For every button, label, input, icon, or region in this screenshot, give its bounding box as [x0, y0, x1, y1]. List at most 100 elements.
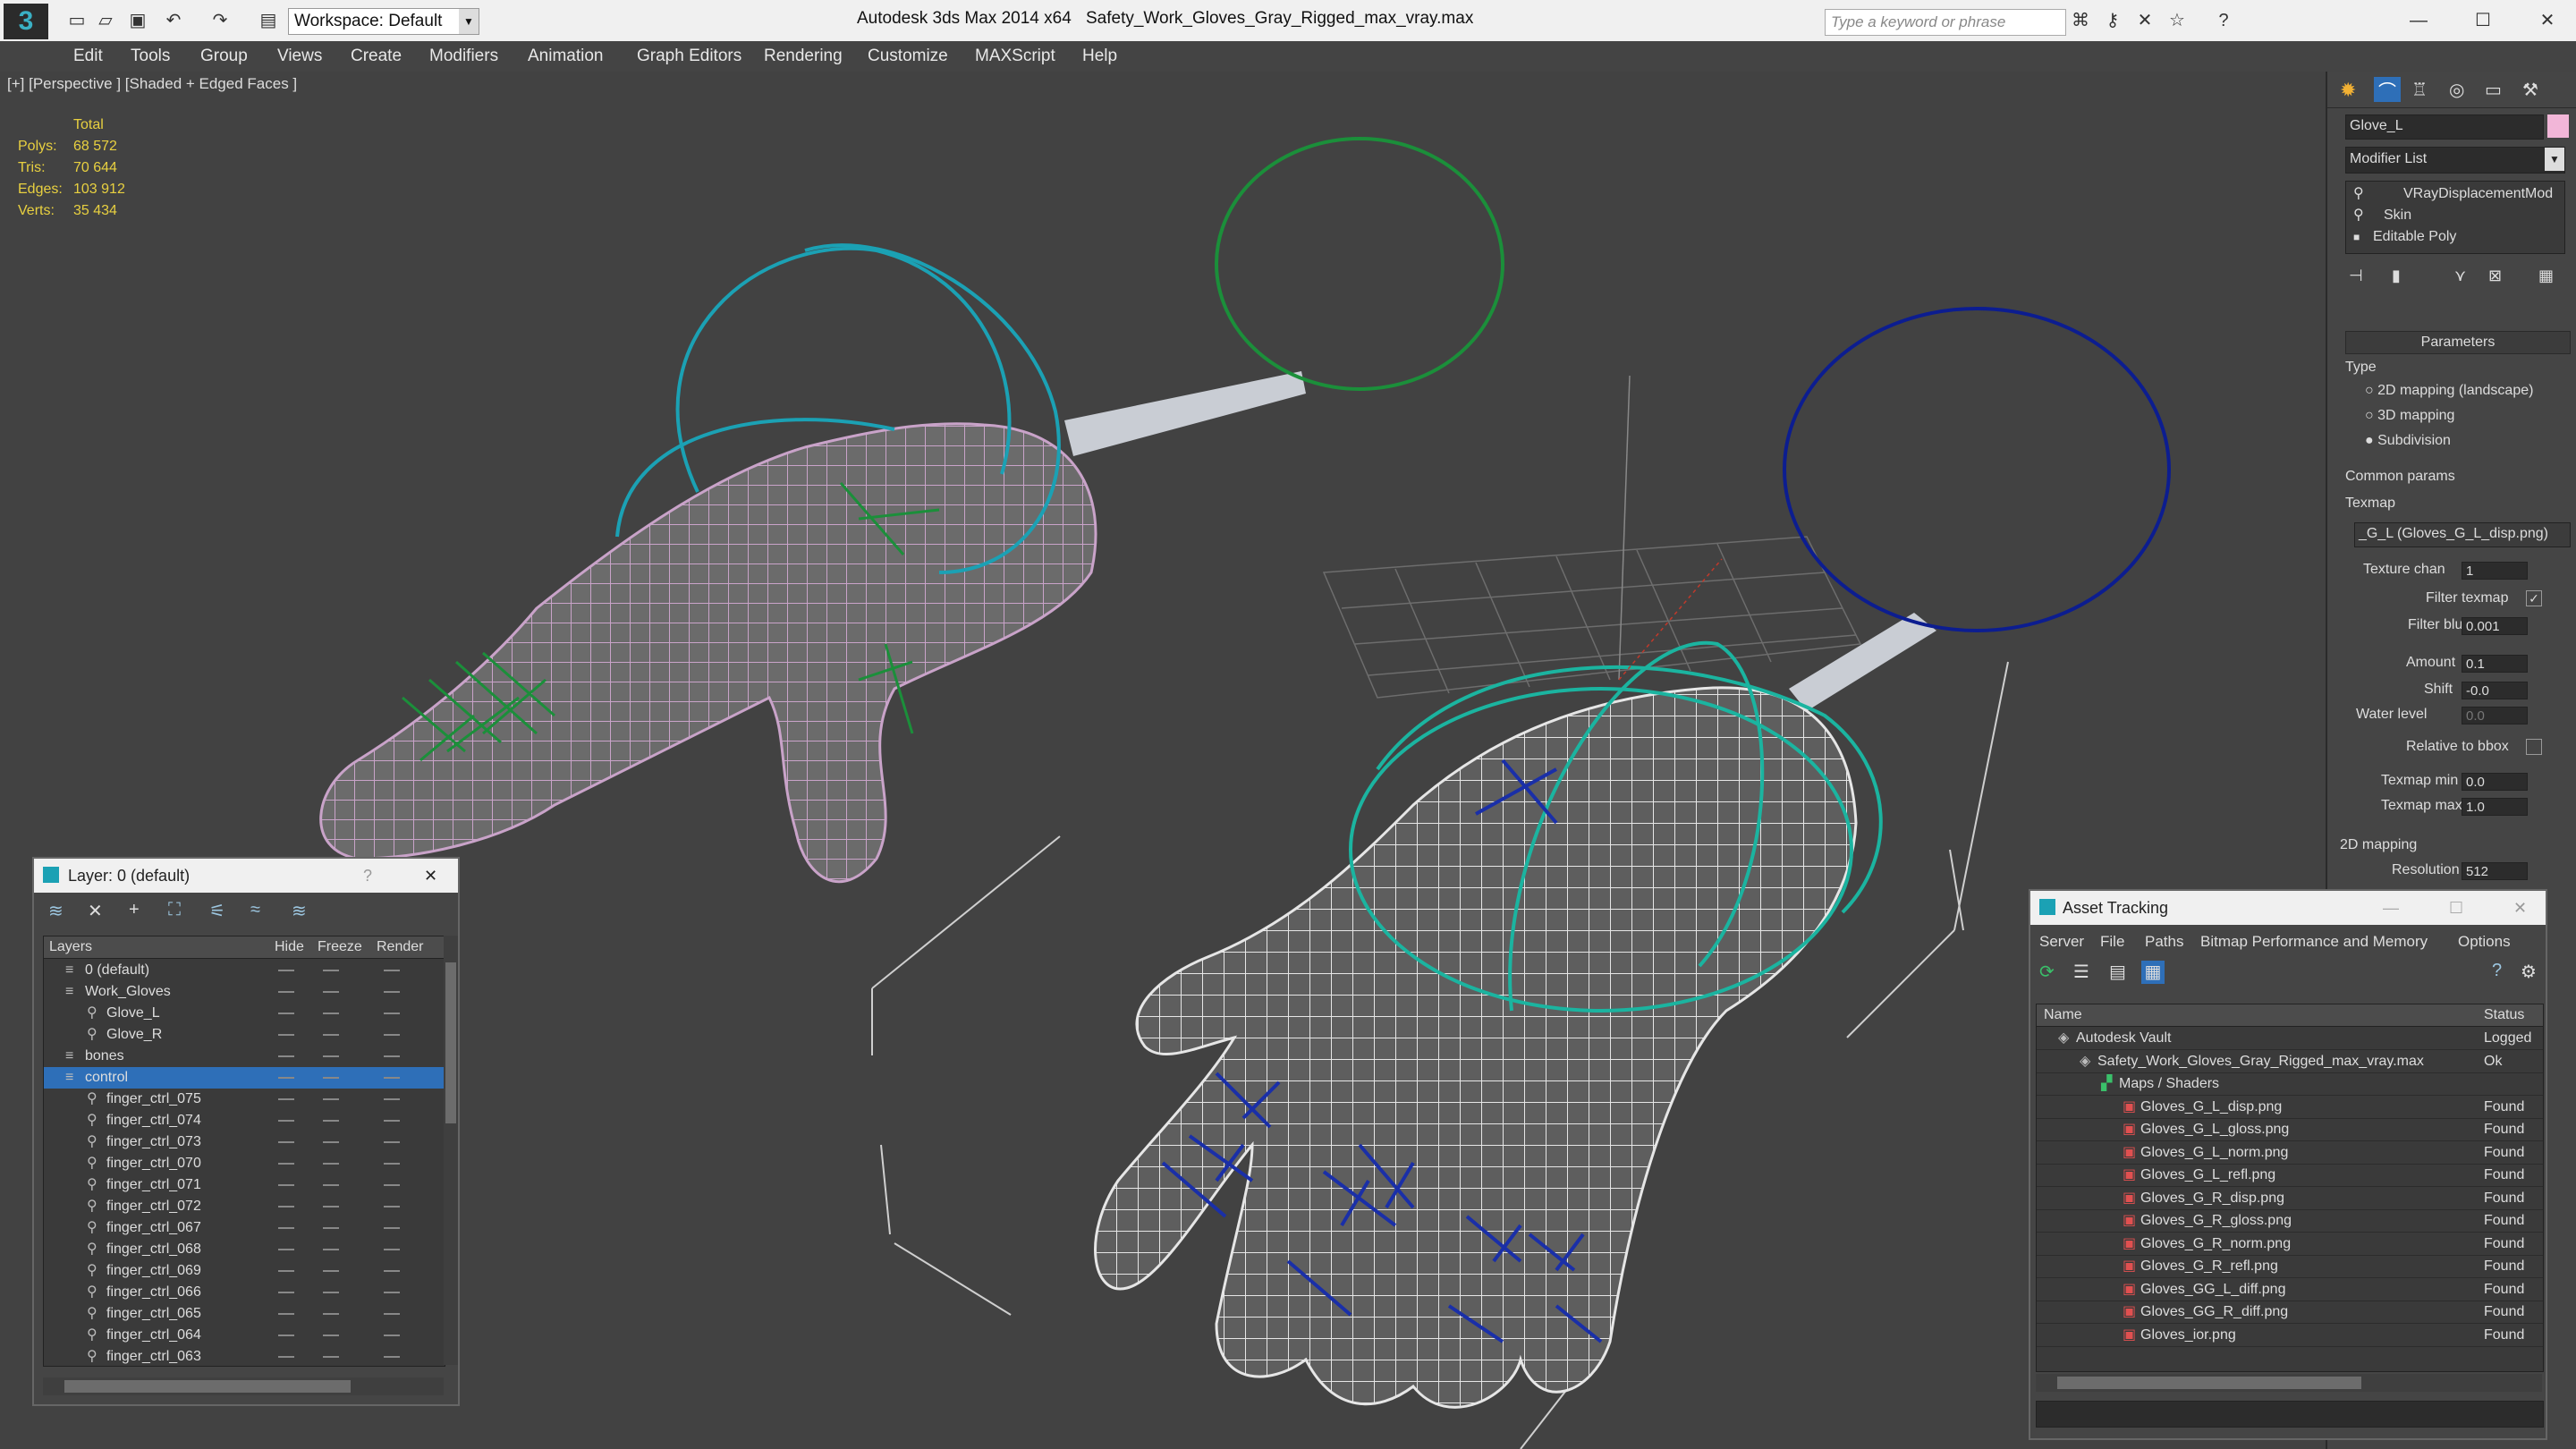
asset-menu-options[interactable]: Options [2458, 928, 2511, 955]
freeze-toggle[interactable] [323, 1313, 339, 1315]
freeze-toggle[interactable] [323, 1249, 339, 1250]
object-color-swatch[interactable] [2547, 114, 2569, 138]
hide-toggle[interactable] [278, 1206, 294, 1208]
render-toggle[interactable] [384, 1141, 400, 1143]
stack-item-skin[interactable]: ⚲ Skin [2346, 205, 2564, 226]
layer-row[interactable]: ≡ Work_Gloves [44, 981, 445, 1003]
layer-row[interactable]: ⚲ finger_ctrl_064 [44, 1325, 445, 1346]
asset-row[interactable]: ▣ Gloves_G_L_refl.png Found [2037, 1165, 2543, 1187]
hide-toggle[interactable] [278, 1077, 294, 1079]
hide-toggle[interactable] [278, 1270, 294, 1272]
texmap-max-spinner[interactable]: 1.0 [2462, 798, 2528, 816]
asset-hscrollbar[interactable] [2036, 1374, 2542, 1392]
asset-row[interactable]: ▣ Gloves_GG_R_diff.png Found [2037, 1301, 2543, 1324]
asset-row[interactable]: ▣ Gloves_ior.png Found [2037, 1325, 2543, 1347]
delete-layer-icon[interactable]: ✕ [88, 900, 103, 922]
light-bulb-icon[interactable]: ⚲ [2353, 183, 2364, 205]
asset-row[interactable]: ▣ Gloves_GG_L_diff.png Found [2037, 1279, 2543, 1301]
layer-row[interactable]: ⚲ finger_ctrl_074 [44, 1110, 445, 1131]
hide-all-icon[interactable]: ≈ [250, 900, 260, 920]
render-toggle[interactable] [384, 970, 400, 971]
radio-3d-mapping[interactable]: ○ 3D mapping [2365, 408, 2454, 424]
layer-row[interactable]: ⚲ finger_ctrl_073 [44, 1131, 445, 1153]
menu-animation[interactable]: Animation [528, 41, 604, 72]
menu-graph-editors[interactable]: Graph Editors [637, 41, 741, 72]
hide-toggle[interactable] [278, 1163, 294, 1165]
freeze-toggle[interactable] [323, 1184, 339, 1186]
render-toggle[interactable] [384, 1249, 400, 1250]
make-unique-icon[interactable]: ⋎ [2454, 267, 2466, 285]
help-icon[interactable]: ? [2211, 8, 2236, 33]
redo-icon[interactable]: ↷ [208, 8, 233, 33]
menu-customize[interactable]: Customize [868, 41, 948, 72]
layer-row[interactable]: ≡ 0 (default) [44, 960, 445, 981]
remove-modifier-icon[interactable]: ⊠ [2488, 267, 2502, 285]
asset-row[interactable]: ◈ Safety_Work_Gloves_Gray_Rigged_max_vray… [2037, 1051, 2543, 1073]
modify-tab-icon[interactable]: ⌒ [2374, 77, 2401, 102]
layer-hscrollbar[interactable] [43, 1377, 444, 1395]
pin-stack-icon[interactable]: ⊣ [2349, 267, 2363, 285]
utilities-tab-icon[interactable]: ⚒ [2522, 79, 2538, 101]
hide-toggle[interactable] [278, 970, 294, 971]
motion-tab-icon[interactable]: ◎ [2449, 79, 2464, 101]
hide-toggle[interactable] [278, 1313, 294, 1315]
exchange-icon[interactable]: ✕ [2132, 8, 2157, 33]
maximize-icon[interactable]: ☐ [2449, 891, 2463, 925]
hide-toggle[interactable] [278, 1098, 294, 1100]
asset-row[interactable]: ▣ Gloves_G_L_norm.png Found [2037, 1142, 2543, 1165]
stack-item-vraydisplacementmod[interactable]: ⚲ VRayDisplacementMod [2346, 183, 2564, 205]
layer-row[interactable]: ⚲ Glove_R [44, 1024, 445, 1046]
radio-2d-mapping[interactable]: ○ 2D mapping (landscape) [2365, 383, 2533, 399]
key-icon[interactable]: ⚷ [2100, 8, 2125, 33]
freeze-toggle[interactable] [323, 1335, 339, 1336]
render-toggle[interactable] [384, 1227, 400, 1229]
layer-manager-titlebar[interactable]: Layer: 0 (default) ? ✕ [34, 859, 458, 893]
freeze-toggle[interactable] [323, 1034, 339, 1036]
render-toggle[interactable] [384, 1206, 400, 1208]
asset-row[interactable]: ▣ Gloves_G_R_refl.png Found [2037, 1256, 2543, 1278]
hide-toggle[interactable] [278, 1292, 294, 1293]
asset-row[interactable]: ▣ Gloves_G_L_gloss.png Found [2037, 1119, 2543, 1141]
asset-path-field[interactable] [2036, 1401, 2544, 1428]
render-toggle[interactable] [384, 1335, 400, 1336]
layer-row[interactable]: ≡ bones [44, 1046, 445, 1067]
texmap-min-spinner[interactable]: 0.0 [2462, 773, 2528, 791]
create-tab-icon[interactable]: ✹ [2340, 79, 2356, 102]
freeze-toggle[interactable] [323, 1292, 339, 1293]
freeze-toggle[interactable] [323, 1356, 339, 1358]
configure-sets-icon[interactable]: ▦ [2538, 267, 2554, 285]
layer-row[interactable]: ⚲ finger_ctrl_067 [44, 1217, 445, 1239]
render-toggle[interactable] [384, 1098, 400, 1100]
texture-chan-spinner[interactable]: 1 [2462, 562, 2528, 580]
amount-spinner[interactable]: 0.1 [2462, 655, 2528, 673]
radio-subdivision[interactable]: ● Subdivision [2365, 433, 2451, 449]
asset-menu-bitmap[interactable]: Bitmap Performance and Memory [2200, 928, 2428, 955]
render-toggle[interactable] [384, 1120, 400, 1122]
layer-row[interactable]: ⚲ finger_ctrl_071 [44, 1174, 445, 1196]
hierarchy-tab-icon[interactable]: ♖ [2411, 79, 2428, 101]
menu-maxscript[interactable]: MAXScript [975, 41, 1055, 72]
menu-views[interactable]: Views [277, 41, 322, 72]
asset-row[interactable]: ▞ Maps / Shaders [2037, 1073, 2543, 1096]
freeze-toggle[interactable] [323, 1206, 339, 1208]
menu-tools[interactable]: Tools [131, 41, 170, 72]
shift-spinner[interactable]: -0.0 [2462, 682, 2528, 699]
layer-row[interactable]: ≡ control [44, 1067, 445, 1089]
freeze-toggle[interactable] [323, 1270, 339, 1272]
asset-menu-paths[interactable]: Paths [2145, 928, 2183, 955]
app-logo-icon[interactable]: 3 [4, 4, 48, 39]
freeze-toggle[interactable] [323, 1227, 339, 1229]
layer-row[interactable]: ⚲ finger_ctrl_066 [44, 1282, 445, 1303]
menu-rendering[interactable]: Rendering [764, 41, 843, 72]
render-toggle[interactable] [384, 1270, 400, 1272]
hide-toggle[interactable] [278, 1141, 294, 1143]
workspace-dropdown[interactable]: Workspace: Default ▼ [288, 8, 479, 35]
hide-toggle[interactable] [278, 991, 294, 993]
freeze-toggle[interactable] [323, 991, 339, 993]
hide-toggle[interactable] [278, 1184, 294, 1186]
menu-create[interactable]: Create [351, 41, 402, 72]
asset-row[interactable]: ▣ Gloves_G_R_gloss.png Found [2037, 1210, 2543, 1233]
display-tab-icon[interactable]: ▭ [2485, 79, 2502, 101]
asset-menu-file[interactable]: File [2100, 928, 2124, 955]
object-name-field[interactable]: Glove_L [2345, 114, 2544, 140]
